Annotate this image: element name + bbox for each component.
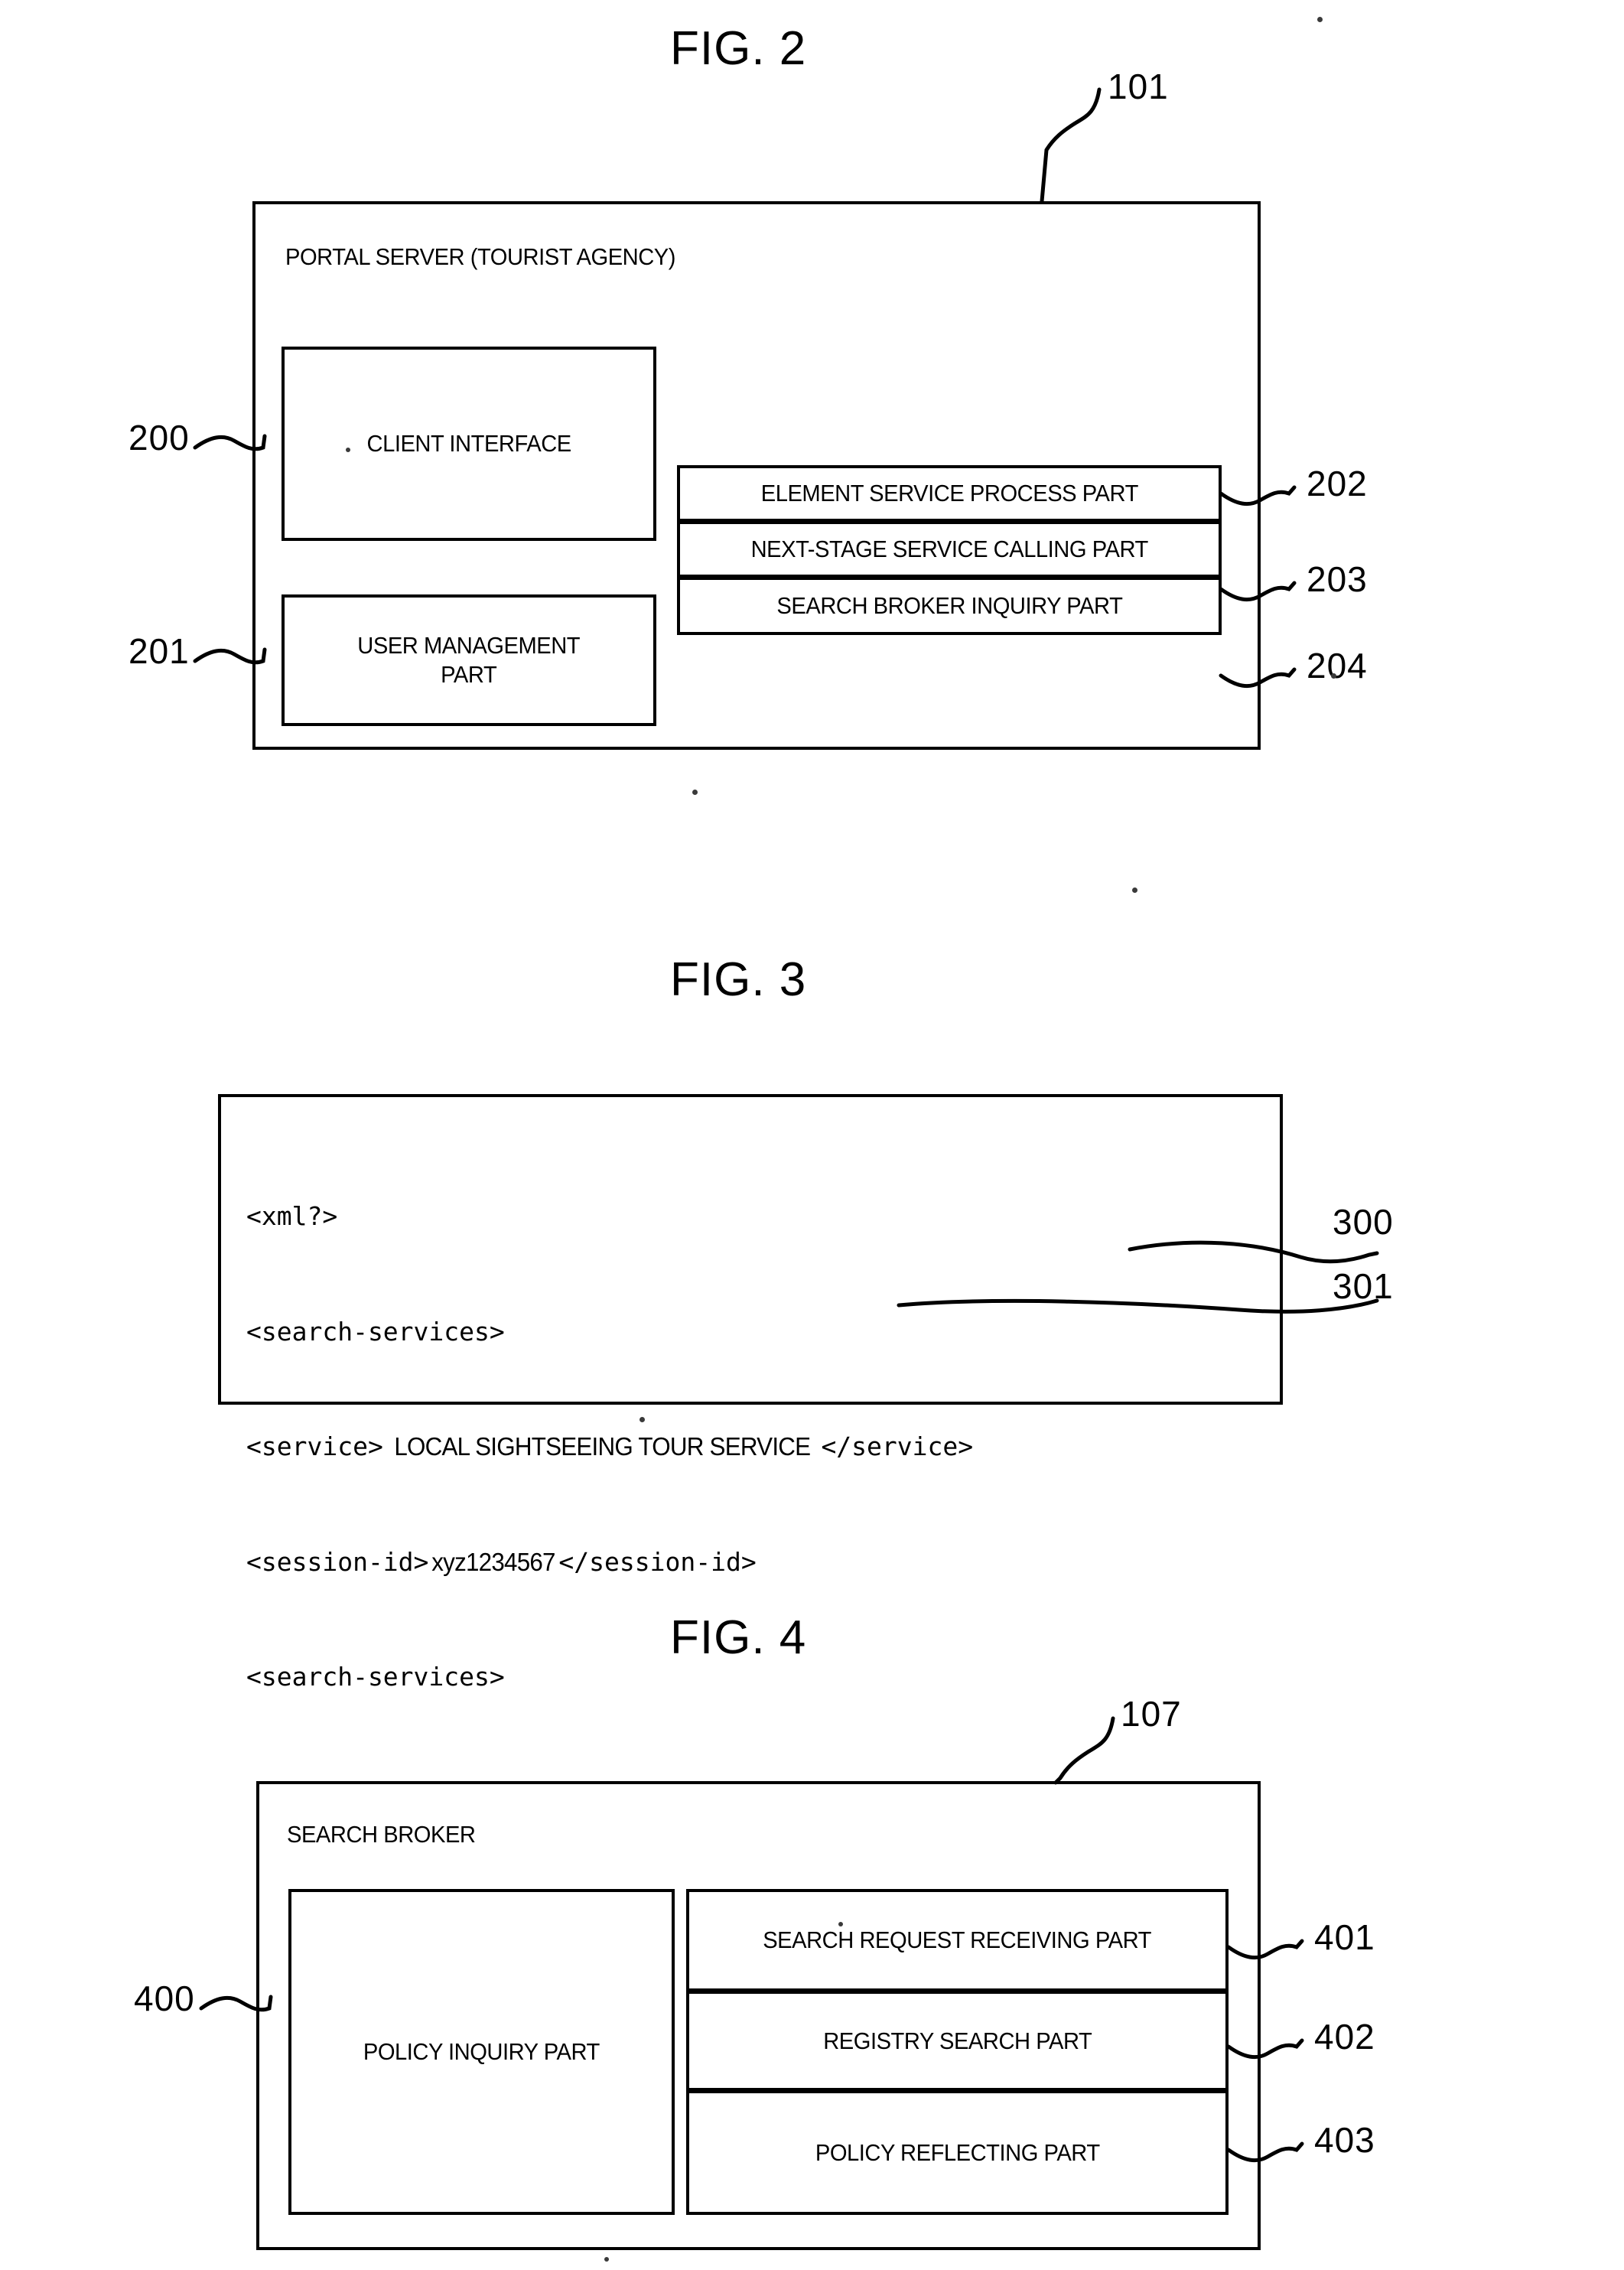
code-line-5: <search-services> [246, 1662, 505, 1692]
policy-reflecting-part-label: POLICY REFLECTING PART [815, 2138, 1100, 2166]
user-management-part-label: USER MANAGEMENT PART [357, 632, 581, 688]
reference-numeral-202: 202 [1307, 464, 1368, 503]
reference-numeral-200: 200 [129, 418, 190, 458]
reference-numeral-300: 300 [1333, 1202, 1394, 1242]
client-interface-box: CLIENT INTERFACE [282, 347, 656, 541]
reference-numeral-400: 400 [134, 1979, 195, 2018]
reference-numeral-201: 201 [129, 631, 190, 671]
portal-server-title: PORTAL SERVER (TOURIST AGENCY) [285, 243, 676, 270]
scan-speck [692, 790, 698, 795]
policy-inquiry-part-box: POLICY INQUIRY PART [288, 1889, 675, 2215]
scan-speck [640, 1417, 645, 1422]
reference-numeral-204: 204 [1307, 646, 1368, 686]
search-request-receiving-part-label: SEARCH REQUEST RECEIVING PART [763, 1926, 1152, 1954]
reference-numeral-107: 107 [1121, 1694, 1182, 1734]
scan-speck [346, 448, 350, 452]
policy-inquiry-part-label: POLICY INQUIRY PART [363, 2038, 600, 2066]
registry-search-part-label: REGISTRY SEARCH PART [822, 2027, 1092, 2054]
search-broker-inquiry-part-box: SEARCH BROKER INQUIRY PART [677, 577, 1222, 635]
code-line-3-close: </service> [821, 1431, 974, 1462]
code-line-4: <session-id> xyz1234567 </session-id> [246, 1543, 973, 1581]
reference-numeral-101: 101 [1108, 67, 1169, 106]
code-line-2: <search-services> [246, 1316, 505, 1347]
patent-drawing-sheet: FIG. 2 101 PORTAL SERVER (TOURIST AGENCY… [0, 0, 1624, 2270]
code-line-4-open: <session-id> [246, 1546, 429, 1577]
reference-numeral-402: 402 [1314, 2017, 1375, 2057]
next-stage-service-calling-part-box: NEXT-STAGE SERVICE CALLING PART [677, 521, 1222, 578]
code-line-4-close: </session-id> [558, 1546, 757, 1577]
code-line-3-open: <service> [246, 1431, 383, 1462]
code-line-3: <service> LOCAL SIGHTSEEING TOUR SERVICE <… [246, 1428, 973, 1466]
element-service-process-part-label: ELEMENT SERVICE PROCESS PART [760, 480, 1138, 507]
xml-message-code: <xml?> <search-services> <service> LOCAL … [246, 1121, 973, 1773]
figure-3-title: FIG. 3 [670, 953, 807, 1006]
figure-4-title: FIG. 4 [670, 1611, 807, 1664]
scan-speck [838, 1922, 843, 1926]
reference-numeral-401: 401 [1314, 1917, 1375, 1957]
user-management-part-box: USER MANAGEMENT PART [282, 594, 656, 726]
policy-reflecting-part-box: POLICY REFLECTING PART [686, 2090, 1229, 2215]
code-line-1: <xml?> [246, 1201, 338, 1232]
reference-numeral-203: 203 [1307, 559, 1368, 599]
reference-numeral-403: 403 [1314, 2120, 1375, 2160]
scan-speck [604, 2257, 609, 2262]
scan-speck [1132, 887, 1137, 893]
scan-speck [1331, 673, 1336, 679]
search-broker-title: SEARCH BROKER [287, 1821, 476, 1848]
code-line-4-value: xyz1234567 [431, 1547, 556, 1576]
registry-search-part-box: REGISTRY SEARCH PART [686, 1991, 1229, 2091]
element-service-process-part-box: ELEMENT SERVICE PROCESS PART [677, 465, 1222, 522]
next-stage-service-calling-part-label: NEXT-STAGE SERVICE CALLING PART [750, 536, 1148, 563]
search-broker-inquiry-part-label: SEARCH BROKER INQUIRY PART [776, 592, 1122, 620]
search-request-receiving-part-box: SEARCH REQUEST RECEIVING PART [686, 1889, 1229, 1992]
scan-speck [1317, 17, 1323, 22]
code-line-3-value: LOCAL SIGHTSEEING TOUR SERVICE [394, 1432, 811, 1461]
figure-2-title: FIG. 2 [670, 22, 807, 75]
reference-numeral-301: 301 [1333, 1266, 1394, 1306]
client-interface-label: CLIENT INTERFACE [366, 430, 571, 458]
